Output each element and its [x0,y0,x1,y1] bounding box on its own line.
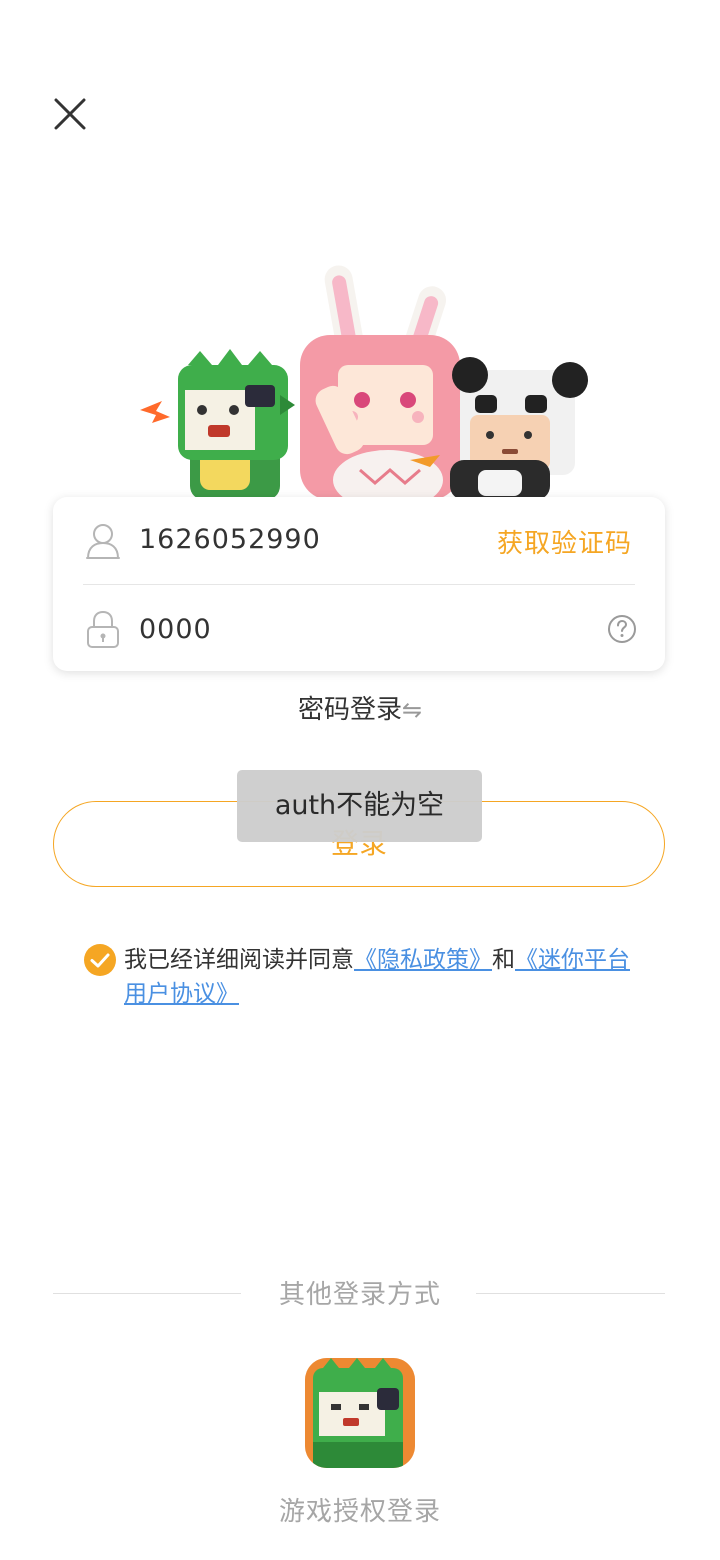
game-auth-label: 游戏授权登录 [278,1497,441,1527]
check-circle-icon [84,944,116,976]
code-input[interactable] [139,610,439,650]
hero-characters-illustration [130,255,590,510]
close-icon [54,98,86,130]
privacy-policy-link[interactable]: 《隐私政策》 [354,947,492,973]
phone-input[interactable] [139,520,439,560]
lock-icon [83,609,123,649]
game-auth-icon[interactable] [305,1358,415,1468]
switch-to-password-login[interactable]: 密码登录⇋ [0,690,720,730]
toast-message: auth不能为空 [237,770,482,842]
switch-login-label: 密码登录 [297,695,402,725]
get-code-button[interactable]: 获取验证码 [497,524,632,564]
help-icon[interactable] [607,614,637,644]
agreement-and: 和 [492,947,515,973]
agreement-checkbox[interactable] [83,943,117,977]
agreement-prefix: 我已经详细阅读并同意 [124,947,354,973]
field-divider [83,584,635,585]
user-icon [83,520,123,560]
other-login-title: 其他登录方式 [278,1280,441,1310]
agreement-text: 我已经详细阅读并同意《隐私政策》和《迷你平台用户协议》 [124,943,634,1011]
swap-arrows-icon: ⇋ [401,696,423,724]
close-button[interactable] [48,92,92,136]
